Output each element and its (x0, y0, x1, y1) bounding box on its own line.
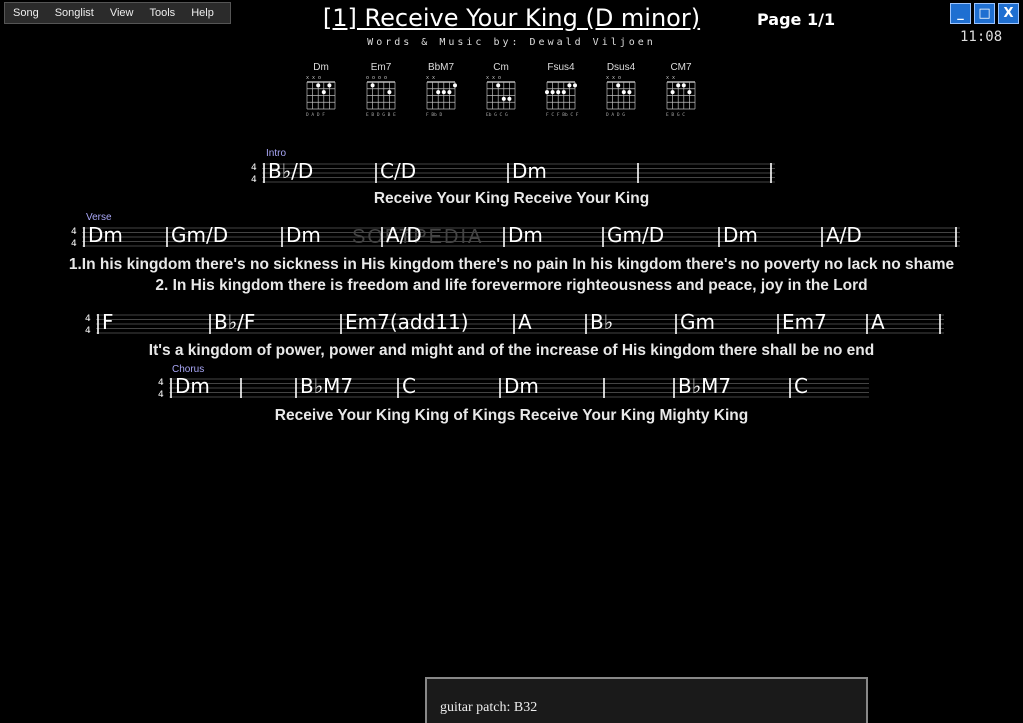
fretboard-grid-icon: F C F Bb C F (545, 81, 579, 118)
chord-symbol: Dm (504, 374, 539, 398)
chord-symbol: Dm (508, 223, 543, 247)
staff-chorus: 4 4 Dm B♭M7 C Dm B♭M7 C (157, 373, 869, 403)
chord-symbol: C/D (380, 159, 417, 183)
svg-text:F Bb D: F Bb D (426, 112, 443, 118)
chord-symbol: A/D (826, 223, 862, 247)
staff-bridge: 4 4 F B♭/F Em7(add11) A B♭ Gm Em7 A (84, 309, 944, 339)
chord-diagram-cm7: CM7 x x E B G C (656, 62, 706, 119)
chord-symbol: A (871, 310, 885, 334)
lyric-chorus: Receive Your King King of Kings Receive … (274, 407, 749, 424)
fretboard-grid-icon: x x o D A D G (606, 75, 636, 118)
svg-text:4: 4 (71, 239, 77, 249)
svg-text:Eb G C G: Eb G C G (486, 112, 508, 118)
svg-text:x x o: x x o (606, 75, 621, 81)
svg-text:D A D F: D A D F (306, 112, 325, 118)
chord-diagram-em7: Em7 o o o o E B D G B E (356, 62, 406, 119)
svg-text:x x o: x x o (486, 75, 501, 81)
svg-text:D A D G: D A D G (606, 112, 625, 118)
svg-text:4: 4 (71, 227, 77, 237)
chord-symbol: Dm (512, 159, 547, 183)
song-title: [1] Receive Your King (D minor) (322, 4, 701, 32)
fretboard-grid-icon: x x o Eb G C G (486, 75, 516, 118)
chord-diagram-name: Dm (313, 62, 329, 73)
svg-text:F C F Bb C F: F C F Bb C F (546, 112, 579, 118)
chord-symbol: C (402, 374, 416, 398)
svg-text:4: 4 (85, 326, 91, 336)
fretboard-grid-icon: x x F Bb D (426, 75, 457, 118)
staff-intro: 4 4 B♭/D C/D Dm (250, 158, 775, 188)
chord-symbol: Dm (175, 374, 210, 398)
chord-diagram-name: Fsus4 (547, 62, 575, 73)
chord-symbol: F (102, 310, 114, 334)
fretboard-grid-icon: o o o o E B D G B E (366, 75, 396, 118)
svg-text:4: 4 (85, 314, 91, 324)
lyric-verse-1: 1.In his kingdom there's no sickness in … (68, 256, 955, 273)
svg-text:4: 4 (158, 390, 164, 400)
chord-diagram-dsus4: Dsus4 x x o D A D G (596, 62, 646, 119)
svg-text:E B D G B E: E B D G B E (366, 112, 396, 118)
song-credits: Words & Music by: Dewald Viljoen (367, 37, 656, 48)
chord-diagram-name: Em7 (370, 62, 392, 73)
patch-panel: guitar patch: B32 (425, 677, 868, 723)
chord-symbol: B♭ (590, 310, 614, 334)
chord-symbol: Gm/D (607, 223, 665, 247)
close-button[interactable]: X (998, 3, 1019, 24)
chord-symbol: A/D (386, 223, 422, 247)
chord-symbol: A (518, 310, 532, 334)
chord-symbol: Dm (723, 223, 758, 247)
chord-diagram-name: Dsus4 (606, 62, 636, 73)
chord-diagram-dm: Dm x x o D A D F (296, 62, 346, 119)
chord-diagram-bbm7: BbM7 x x F Bb D (416, 62, 466, 119)
lyric-bridge: It's a kingdom of power, power and might… (148, 342, 875, 359)
chord-symbol: C (794, 374, 808, 398)
chord-symbol: Em7 (782, 310, 827, 334)
svg-text:4: 4 (251, 175, 257, 185)
chord-symbol: Gm/D (171, 223, 229, 247)
chord-diagram-cm: Cm x x o Eb G C G (476, 62, 526, 119)
svg-text:E B G C: E B G C (666, 112, 685, 118)
chord-diagram-fsus4: Fsus4 F C F Bb C F (536, 62, 586, 119)
chord-symbol: B♭M7 (678, 374, 732, 398)
svg-text:x x: x x (666, 75, 675, 81)
svg-text:x x o: x x o (306, 75, 321, 81)
svg-text:4: 4 (251, 163, 257, 173)
svg-text:x x: x x (426, 75, 435, 81)
fretboard-grid-icon: x x o D A D F (306, 75, 336, 118)
chord-symbol: B♭M7 (300, 374, 354, 398)
chord-symbol: Dm (88, 223, 123, 247)
patch-label: guitar patch: B32 (440, 700, 538, 715)
minimize-button[interactable]: _ (950, 3, 971, 24)
lyric-verse-2: 2. In His kingdom there is freedom and l… (155, 277, 868, 294)
fretboard-grid-icon: x x E B G C (666, 75, 696, 118)
staff-verse: 4 4 Dm Gm/D Dm A/D Dm Gm/D Dm A/D (70, 222, 960, 252)
chord-symbol: Gm (680, 310, 715, 334)
chord-diagram-name: BbM7 (427, 62, 455, 73)
page-indicator: Page 1/1 (757, 10, 836, 29)
lyric-intro: Receive Your King Receive Your King (373, 190, 650, 207)
svg-text:o o o o: o o o o (366, 75, 387, 81)
chord-symbol: Dm (286, 223, 321, 247)
chord-symbol: B♭/F (214, 310, 256, 334)
chord-symbol: Em7(add11) (345, 310, 469, 334)
clock: 11:08 (960, 29, 1003, 45)
maximize-button[interactable]: □ (974, 3, 995, 24)
chord-symbol: B♭/D (268, 159, 314, 183)
chord-diagram-name: CM7 (670, 62, 692, 73)
svg-text:4: 4 (158, 378, 164, 388)
chord-diagram-name: Cm (493, 62, 509, 73)
